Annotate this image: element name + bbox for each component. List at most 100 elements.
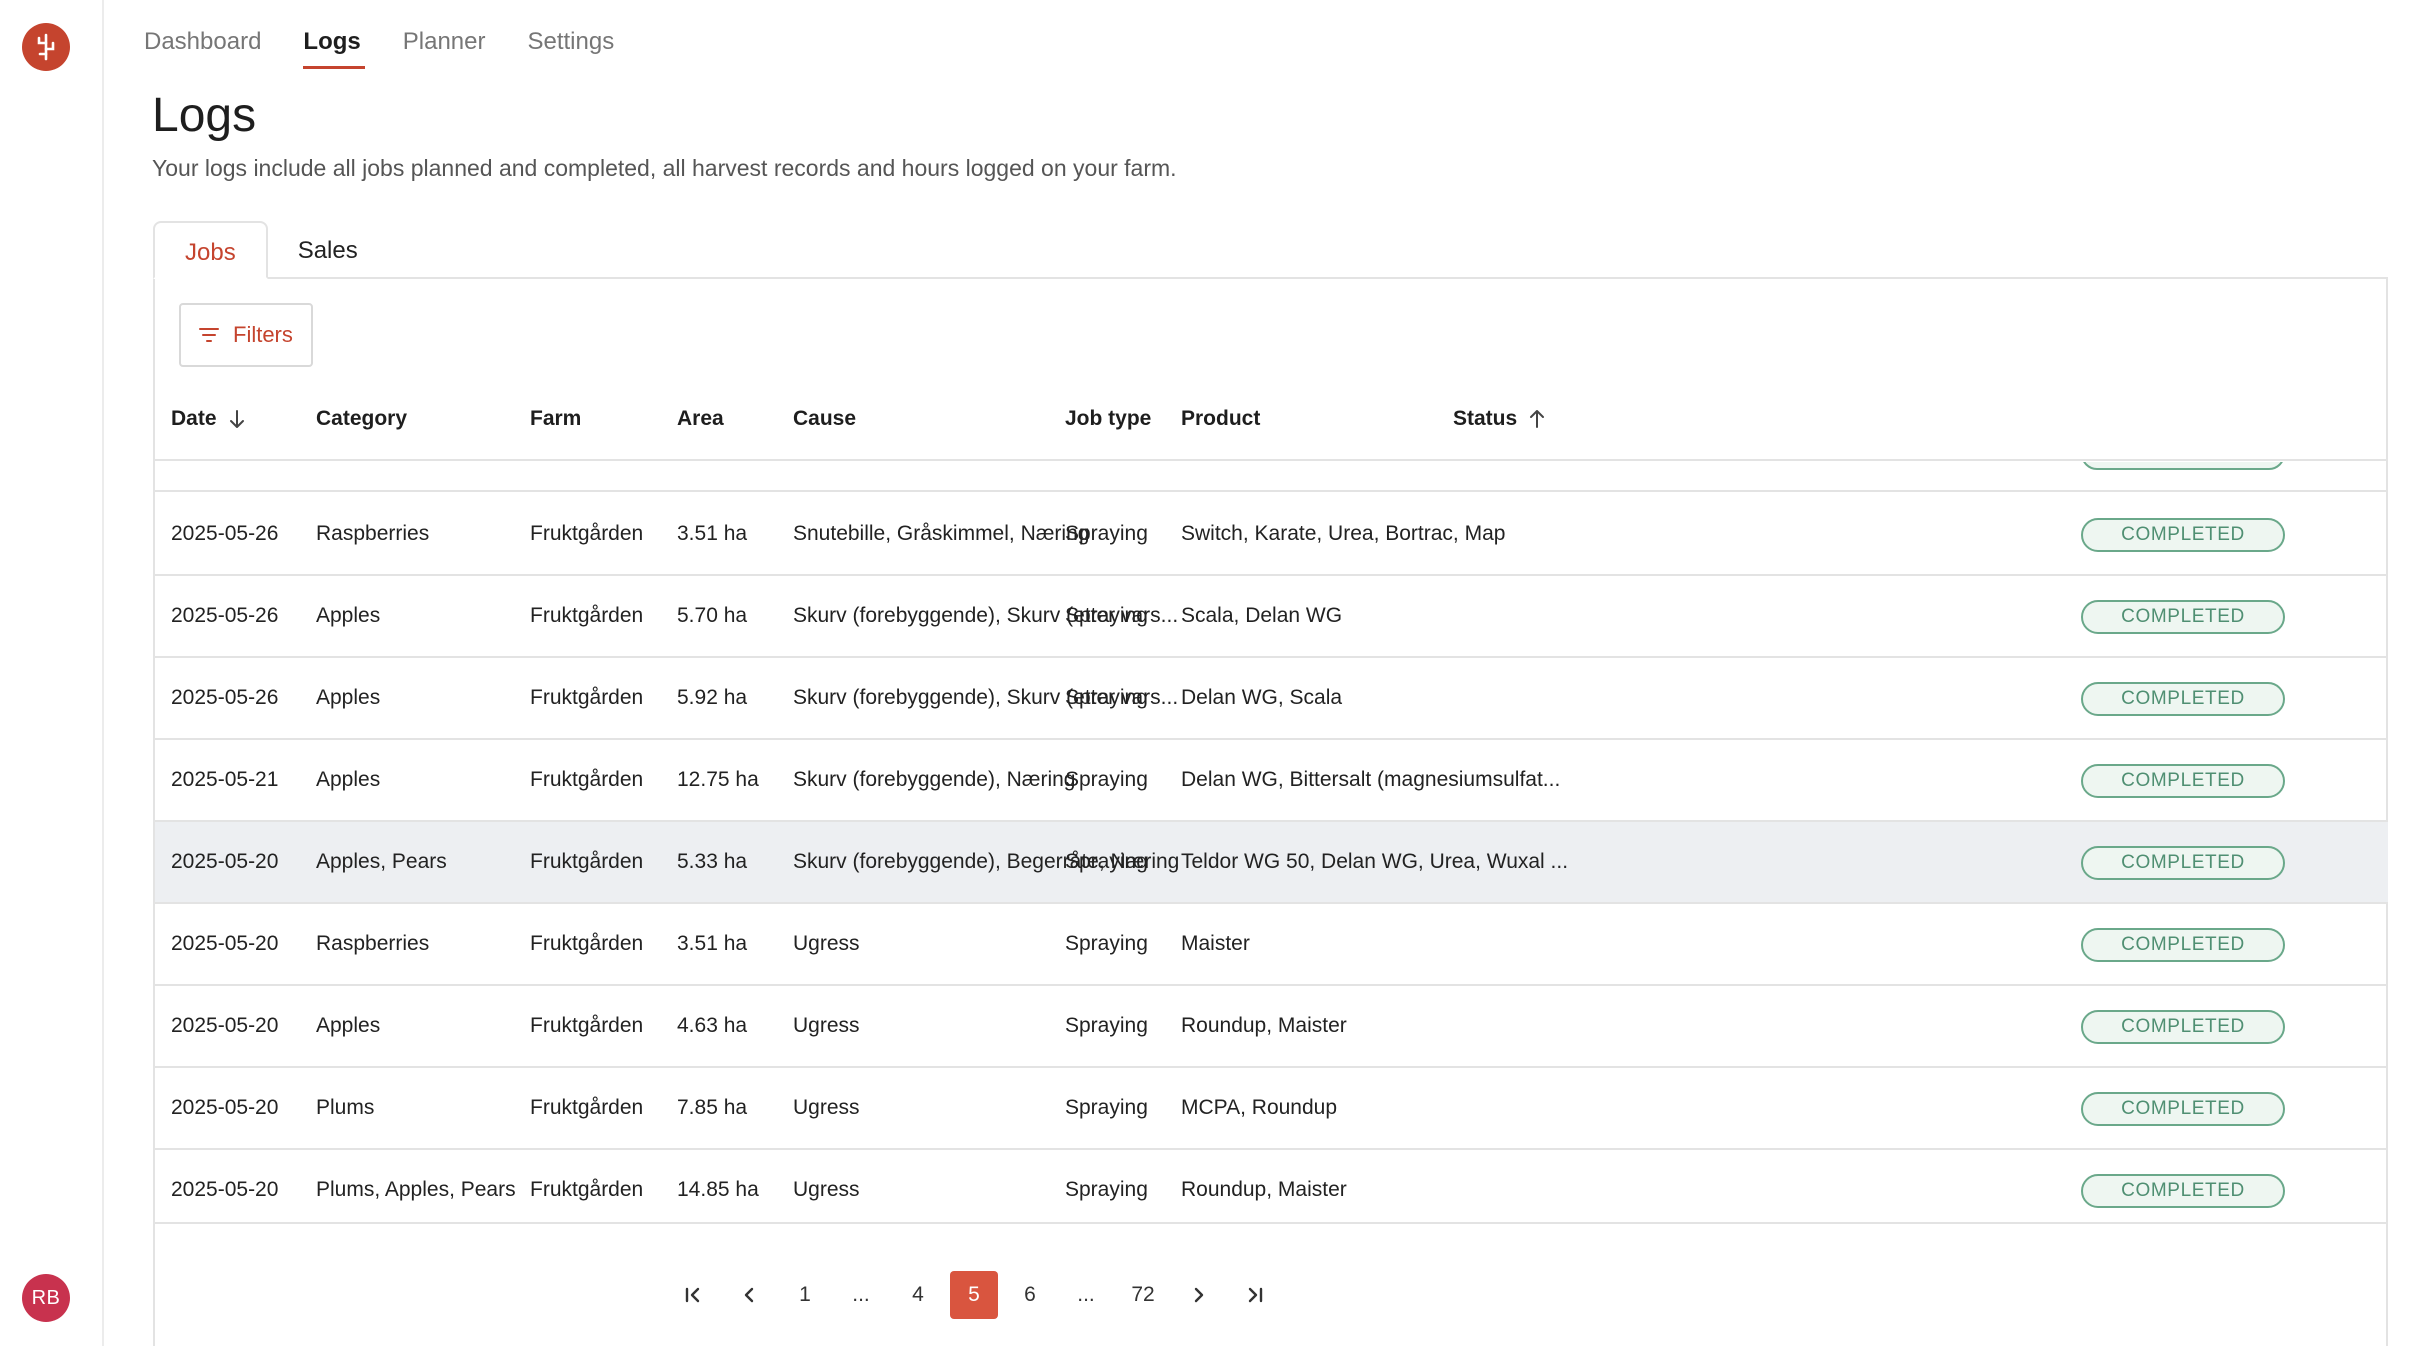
jobs-table-body: 2025-05-26 Raspberries Fruktgården 3.51 ha S…	[155, 462, 2388, 1222]
jobs-panel: Filters Date Category Farm Area Cause Job typ…	[153, 277, 2388, 1346]
table-row[interactable]: 2025-05-20 Apples Fruktgården 4.63 ha Ugress…	[155, 986, 2388, 1068]
cell-product: Delan WG, Scala	[1181, 686, 1343, 709]
cell-product: Teldor WG 50, Delan WG, Urea, Wuxal ...	[1181, 850, 1569, 873]
tab-sales[interactable]: Sales	[268, 221, 388, 279]
table-row[interactable]: 2025-05-20 Apples, Pears Fruktgården 5.33 h…	[155, 822, 2388, 904]
cell-job-type: Spraying	[1065, 768, 1148, 791]
cell-date: 2025-05-20	[171, 932, 279, 955]
cell-product: Switch, Karate, Urea, Bortrac, Map	[1181, 522, 1506, 545]
next-page-button[interactable]	[1175, 1271, 1223, 1319]
column-header-label: Category	[316, 407, 408, 430]
column-header-label: Area	[677, 407, 724, 430]
page-button-72[interactable]: 72	[1119, 1271, 1167, 1319]
chevron-left-icon	[744, 1287, 754, 1303]
logs-tabs: Jobs Sales	[153, 221, 388, 279]
cell-job-type: Spraying	[1065, 1014, 1148, 1037]
status-badge: COMPLETED	[2081, 1174, 2285, 1208]
cell-area: 12.75 ha	[677, 768, 759, 791]
column-header-product[interactable]: Product	[1181, 407, 1260, 431]
pagination: 1... 4 5 6... 72	[155, 1222, 2388, 1346]
cell-cause: Skurv (forebyggende), Næring	[793, 768, 1076, 791]
filters-button[interactable]: Filters	[179, 303, 313, 367]
status-badge: COMPLETED	[2081, 518, 2285, 552]
nav-item-planner[interactable]: Planner	[403, 0, 486, 72]
cell-farm: Fruktgården	[530, 768, 644, 791]
table-row[interactable]: 2025-05-21 Apples Fruktgården 12.75 ha Skurv…	[155, 740, 2388, 822]
column-header-category[interactable]: Category	[316, 407, 407, 431]
cell-farm: Fruktgården	[530, 604, 644, 627]
page-ellipsis: ...	[1077, 1283, 1095, 1306]
cell-date: 2025-05-20	[171, 850, 279, 873]
column-header-label: Status	[1453, 407, 1518, 430]
status-badge: COMPLETED	[2081, 600, 2285, 634]
cell-job-type: Spraying	[1065, 932, 1148, 955]
first-page-button[interactable]	[669, 1271, 717, 1319]
column-header-cause[interactable]: Cause	[793, 407, 856, 431]
prev-page-button[interactable]	[725, 1271, 773, 1319]
nav-item-logs[interactable]: Logs	[303, 0, 366, 72]
status-badge: COMPLETED	[2081, 1092, 2285, 1126]
top-navigation: Dashboard Logs Planner Settings	[144, 0, 656, 72]
cell-farm: Fruktgården	[530, 850, 644, 873]
column-header-job-type[interactable]: Job type	[1065, 407, 1151, 431]
user-avatar[interactable]: RB	[22, 1274, 70, 1322]
table-row[interactable]: 2025-05-26 Apples Fruktgården 5.92 ha Skurv …	[155, 658, 2388, 740]
cell-farm: Fruktgården	[530, 1096, 644, 1119]
chevron-right-icon	[1194, 1287, 1204, 1303]
cell-area: 5.33 ha	[677, 850, 748, 873]
cell-date: 2025-05-20	[171, 1096, 279, 1119]
cell-date: 2025-05-26	[171, 686, 279, 709]
column-header-date[interactable]: Date	[171, 407, 247, 431]
cell-cause: Snutebille, Gråskimmel, Næring	[793, 522, 1090, 545]
cell-product: Delan WG, Bittersalt (magnesiumsulfat...	[1181, 768, 1561, 791]
table-row[interactable]: 2025-05-26 Apples Fruktgården 5.70 ha Skurv …	[155, 576, 2388, 658]
cell-date: 2025-05-26	[171, 522, 279, 545]
column-header-label: Date	[171, 407, 217, 430]
cell-product: Roundup, Maister	[1181, 1178, 1347, 1201]
column-header-farm[interactable]: Farm	[530, 407, 581, 431]
cell-category: Apples	[316, 1014, 381, 1037]
table-row[interactable]: 2025-05-20 Plums Fruktgården 7.85 ha Ugress S…	[155, 1068, 2388, 1150]
app-logo[interactable]	[22, 23, 70, 71]
cell-product: Scala, Delan WG	[1181, 604, 1343, 627]
cell-category: Apples	[316, 768, 381, 791]
cell-area: 14.85 ha	[677, 1178, 759, 1201]
cell-category: Apples, Pears	[316, 850, 447, 873]
page-button-5[interactable]: 5	[950, 1271, 998, 1319]
cell-area: 7.85 ha	[677, 1096, 748, 1119]
nav-item-settings[interactable]: Settings	[527, 0, 614, 72]
table-row[interactable]: 2025-05-20 Plums, Apples, Pears Fruktgårde…	[155, 1150, 2388, 1222]
column-header-status[interactable]: Status	[1453, 407, 1547, 431]
status-badge: COMPLETED	[2081, 846, 2285, 880]
cell-area: 5.92 ha	[677, 686, 748, 709]
cell-farm: Fruktgården	[530, 932, 644, 955]
table-header: Date Category Farm Area Cause Job type Product…	[155, 377, 2388, 461]
first-page-icon	[685, 1287, 700, 1303]
tab-jobs[interactable]: Jobs	[153, 221, 268, 279]
cell-product: Maister	[1181, 932, 1250, 955]
status-badge: COMPLETED	[2081, 682, 2285, 716]
column-header-label: Product	[1181, 407, 1261, 430]
cell-farm: Fruktgården	[530, 1178, 644, 1201]
page-description: Your logs include all jobs planned and c…	[152, 155, 1177, 181]
last-page-button[interactable]	[1231, 1271, 1279, 1319]
cell-product: MCPA, Roundup	[1181, 1096, 1338, 1119]
cell-area: 5.70 ha	[677, 604, 748, 627]
page-ellipsis: ...	[852, 1283, 870, 1306]
filters-label: Filters	[233, 322, 293, 347]
cell-area: 3.51 ha	[677, 932, 748, 955]
cell-job-type: Spraying	[1065, 850, 1148, 873]
nav-item-dashboard[interactable]: Dashboard	[144, 0, 261, 72]
cell-category: Raspberries	[316, 522, 430, 545]
page-button-6[interactable]: 6	[1006, 1271, 1054, 1319]
cell-category: Raspberries	[316, 932, 430, 955]
page-button-4[interactable]: 4	[894, 1271, 942, 1319]
column-header-area[interactable]: Area	[677, 407, 724, 431]
table-row[interactable]: 2025-05-26 Raspberries Fruktgården 3.51 ha S…	[155, 494, 2388, 576]
column-header-label: Cause	[793, 407, 857, 430]
cell-cause: Ugress	[793, 932, 860, 955]
cell-job-type: Spraying	[1065, 522, 1148, 545]
table-row[interactable]: 2025-05-20 Raspberries Fruktgården 3.51 ha U…	[155, 904, 2388, 986]
page-button-1[interactable]: 1	[781, 1271, 829, 1319]
cell-job-type: Spraying	[1065, 1096, 1148, 1119]
